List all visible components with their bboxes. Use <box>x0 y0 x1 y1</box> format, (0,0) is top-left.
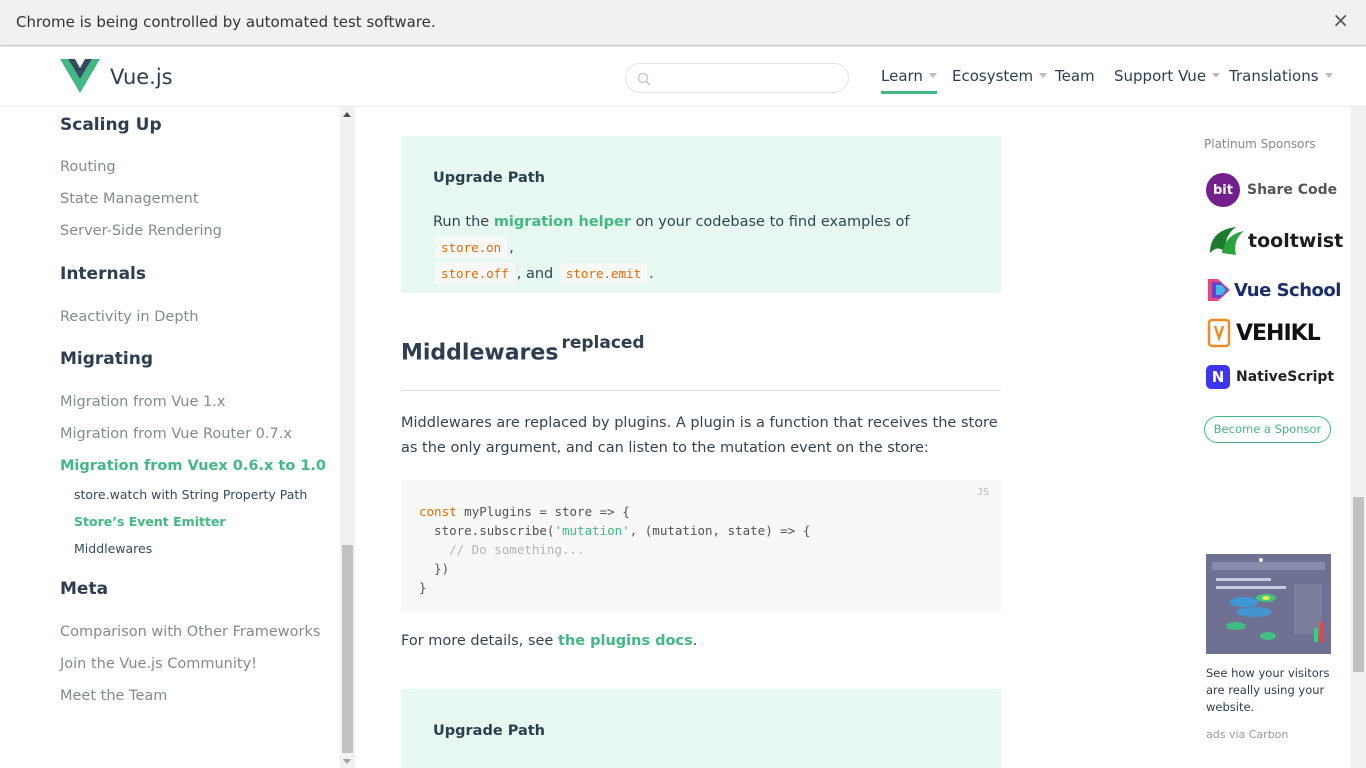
sidebar-heading-scaling-up: Scaling Up <box>60 115 162 135</box>
nav-translations-label: Translations <box>1229 67 1319 85</box>
sidebar-heading-internals: Internals <box>60 264 146 284</box>
sidebar-scrollbar[interactable] <box>340 107 355 768</box>
code-keyword: const <box>419 504 457 519</box>
heatmap-screenshot-icon <box>1206 554 1331 654</box>
sponsor-vehikl[interactable]: VEHIKL <box>1206 318 1321 348</box>
sidebar-item-migration-router[interactable]: Migration from Vue Router 0.7.x <box>60 426 292 442</box>
sidebar-item-community[interactable]: Join the Vue.js Community! <box>60 656 257 672</box>
sidebar-item-reactivity[interactable]: Reactivity in Depth <box>60 309 198 325</box>
sponsor-bit-label: Share Code <box>1247 182 1338 198</box>
tip2-title: Upgrade Path <box>433 723 546 739</box>
nativescript-logo-icon: N <box>1206 365 1230 389</box>
sponsor-tooltwist[interactable]: tooltwist <box>1206 223 1343 259</box>
scroll-down-arrow-icon[interactable] <box>343 759 351 764</box>
carbon-ad-attribution[interactable]: ads via Carbon <box>1206 728 1288 741</box>
sidebar-item-migration-vuex[interactable]: Migration from Vuex 0.6.x to 1.0 <box>60 458 326 474</box>
sidebar-item-migration-vue[interactable]: Migration from Vue 1.x <box>60 394 225 410</box>
sidebar-subitem-event-emitter[interactable]: Store’s Event Emitter <box>74 514 226 529</box>
sidebar-subitem-store-watch[interactable]: store.watch with String Property Path <box>74 487 307 502</box>
sidebar-item-team[interactable]: Meet the Team <box>60 688 167 704</box>
sidebar-item-ssr[interactable]: Server-Side Rendering <box>60 223 222 239</box>
nav-team-label: Team <box>1055 67 1095 85</box>
nav-translations[interactable]: Translations <box>1229 67 1333 85</box>
sidebar-heading-migrating: Migrating <box>60 349 153 369</box>
sidebar-scrollbar-thumb[interactable] <box>342 545 353 753</box>
sponsor-vehikl-label: VEHIKL <box>1236 320 1321 346</box>
tooltwist-logo-icon <box>1210 227 1244 255</box>
chevron-down-icon <box>1212 73 1221 78</box>
sponsors-panel: Platinum Sponsors bit Share Code tooltwi… <box>1204 137 1344 443</box>
nav-learn[interactable]: Learn <box>881 67 937 94</box>
sidebar: Scaling Up Routing State Management Serv… <box>0 107 340 768</box>
sidebar-item-routing[interactable]: Routing <box>60 159 116 175</box>
sponsor-bit[interactable]: bit Share Code <box>1206 173 1337 207</box>
nav-support-label: Support Vue <box>1114 67 1207 85</box>
sponsor-vue-school-label: Vue School <box>1234 279 1341 301</box>
code-store-emit: store.emit <box>559 263 648 284</box>
tip-text-rest: on your codebase to find examples of <box>635 214 910 230</box>
tip-period: . <box>649 266 654 282</box>
carbon-ad-text[interactable]: See how your visitors are really using y… <box>1206 665 1331 716</box>
tip-and: , and <box>516 266 554 282</box>
code-line-2b: , (mutation, state) => { <box>629 523 811 538</box>
infobar-close-button[interactable]: × <box>1332 10 1349 30</box>
sponsor-nativescript-label: NativeScript <box>1236 369 1335 385</box>
code-line-4: }) <box>419 561 450 576</box>
tip-title: Upgrade Path <box>433 170 546 186</box>
nav-learn-label: Learn <box>881 67 923 85</box>
migration-helper-link[interactable]: migration helper <box>494 214 631 230</box>
para2-period: . <box>692 633 698 649</box>
sponsor-vue-school[interactable]: Vue School <box>1206 277 1341 303</box>
vehikl-logo-icon <box>1207 318 1231 348</box>
code-line-1: myPlugins = store => { <box>456 504 630 519</box>
carbon-ad-image[interactable] <box>1206 554 1331 654</box>
vue-school-logo-icon <box>1208 279 1230 301</box>
chevron-down-icon <box>928 73 937 78</box>
heading-divider <box>401 390 1001 391</box>
code-line-2a: store.subscribe( <box>419 523 555 538</box>
plugins-docs-paragraph: For more details, see the plugins docs. <box>401 633 697 649</box>
replaced-badge: replaced <box>561 333 645 353</box>
upgrade-path-tip-2: Upgrade Path <box>401 689 1001 768</box>
become-sponsor-button[interactable]: Become a Sponsor <box>1204 416 1331 443</box>
upgrade-path-tip: Upgrade Path Run the migration helper on… <box>401 136 1001 293</box>
automation-infobar: Chrome is being controlled by automated … <box>0 0 1366 46</box>
sidebar-item-state-management[interactable]: State Management <box>60 191 199 207</box>
middlewares-paragraph: Middlewares are replaced by plugins. A p… <box>401 415 998 456</box>
sponsor-tooltwist-label: tooltwist <box>1248 230 1344 252</box>
nav-ecosystem-label: Ecosystem <box>952 67 1034 85</box>
top-nav: Learn Ecosystem Team Support Vue Transla… <box>0 67 1366 107</box>
heading-text: Middlewares <box>401 340 559 366</box>
sidebar-heading-meta: Meta <box>60 579 109 599</box>
section-heading-middlewares: Middlewares replaced <box>401 333 645 366</box>
tip-text-run: Run the <box>433 214 490 230</box>
chevron-down-icon <box>1039 73 1048 78</box>
nav-support-vue[interactable]: Support Vue <box>1114 67 1221 85</box>
code-content: const myPlugins = store => { store.subsc… <box>419 502 810 597</box>
code-comment: // Do something... <box>419 542 585 557</box>
code-language-label: JS <box>976 487 989 498</box>
code-store-off: store.off <box>435 263 515 284</box>
site-header: Vue.js Learn Ecosystem Team Support Vue … <box>0 47 1366 107</box>
sidebar-subitem-middlewares[interactable]: Middlewares <box>74 541 152 556</box>
plugins-docs-link[interactable]: the plugins docs <box>558 633 693 649</box>
bit-logo-icon: bit <box>1206 173 1240 207</box>
code-block: JS const myPlugins = store => { store.su… <box>401 480 1001 612</box>
nav-ecosystem[interactable]: Ecosystem <box>952 67 1048 85</box>
scroll-up-arrow-icon[interactable] <box>343 112 351 117</box>
para2-text: For more details, see <box>401 633 554 649</box>
page-scrollbar-thumb[interactable] <box>1353 497 1364 672</box>
chevron-down-icon <box>1324 73 1333 78</box>
platinum-sponsors-heading: Platinum Sponsors <box>1204 137 1316 151</box>
tip-comma: , <box>509 240 514 256</box>
code-line-5: } <box>419 580 427 595</box>
nav-team[interactable]: Team <box>1055 67 1095 85</box>
infobar-message: Chrome is being controlled by automated … <box>16 13 436 31</box>
page-scrollbar[interactable] <box>1351 107 1366 768</box>
tip-text: Run the migration helper on your codebas… <box>433 209 973 287</box>
sidebar-item-comparison[interactable]: Comparison with Other Frameworks <box>60 624 320 640</box>
code-store-on: store.on <box>435 237 508 258</box>
code-string: 'mutation' <box>554 523 630 538</box>
sponsor-nativescript[interactable]: N NativeScript <box>1206 365 1334 389</box>
